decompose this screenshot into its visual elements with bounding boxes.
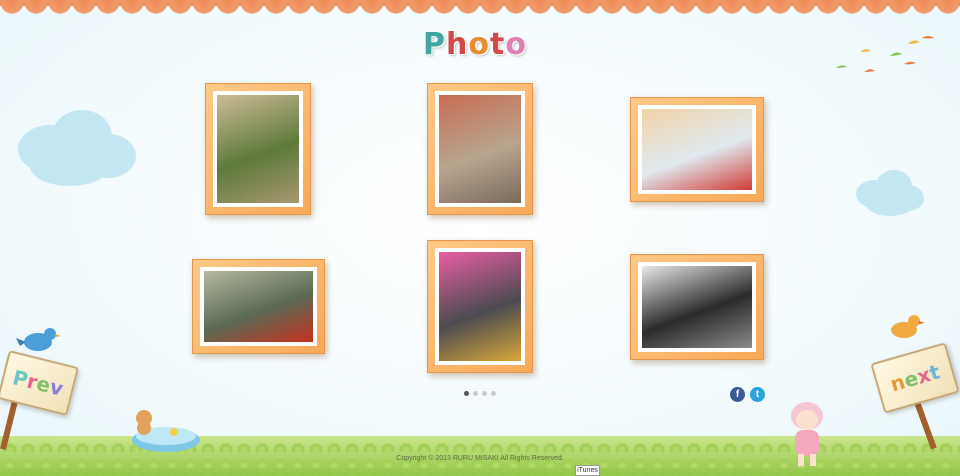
cloud-right-icon xyxy=(856,170,924,216)
itunes-link[interactable]: iTunes xyxy=(575,465,600,476)
twitter-icon[interactable]: t xyxy=(750,387,765,402)
photo-dinosaur-sculpture xyxy=(217,95,299,203)
pagination-dot[interactable] xyxy=(464,391,469,396)
photo-frame-4[interactable] xyxy=(192,259,325,354)
photo-toddler-snow-hat xyxy=(439,252,521,361)
title-letter: o xyxy=(505,27,527,62)
copyright-text: Copyright © 2013 RURU MISAKI All Rights … xyxy=(396,455,564,462)
title-letter: o xyxy=(468,27,490,62)
pagination xyxy=(464,391,496,396)
pagination-dot[interactable] xyxy=(482,391,487,396)
pagination-dot[interactable] xyxy=(491,391,496,396)
title-letter: h xyxy=(446,27,469,62)
photo-red-berries xyxy=(204,271,313,342)
photo-frame-2[interactable] xyxy=(427,83,533,215)
pool-icon xyxy=(132,410,200,452)
photo-toddler-closeup xyxy=(642,109,752,190)
photo-frame-3[interactable] xyxy=(630,97,764,202)
cloud-left-icon xyxy=(18,110,136,186)
photo-frame-5[interactable] xyxy=(427,240,533,373)
facebook-icon[interactable]: f xyxy=(730,387,745,402)
flying-birds-icon xyxy=(836,36,934,72)
pagination-dot[interactable] xyxy=(473,391,478,396)
photo-frame-1[interactable] xyxy=(205,83,311,215)
scalloped-top-border xyxy=(0,0,960,22)
title-letter: t xyxy=(489,27,506,62)
next-button[interactable]: n e x t xyxy=(870,342,960,414)
photo-frame-6[interactable] xyxy=(630,254,764,360)
bird-icon xyxy=(891,315,925,338)
photo-dark-window xyxy=(642,266,752,348)
page-title: P h o t o xyxy=(423,26,527,62)
title-letter: P xyxy=(423,27,446,62)
photo-playground-slide xyxy=(439,95,521,203)
